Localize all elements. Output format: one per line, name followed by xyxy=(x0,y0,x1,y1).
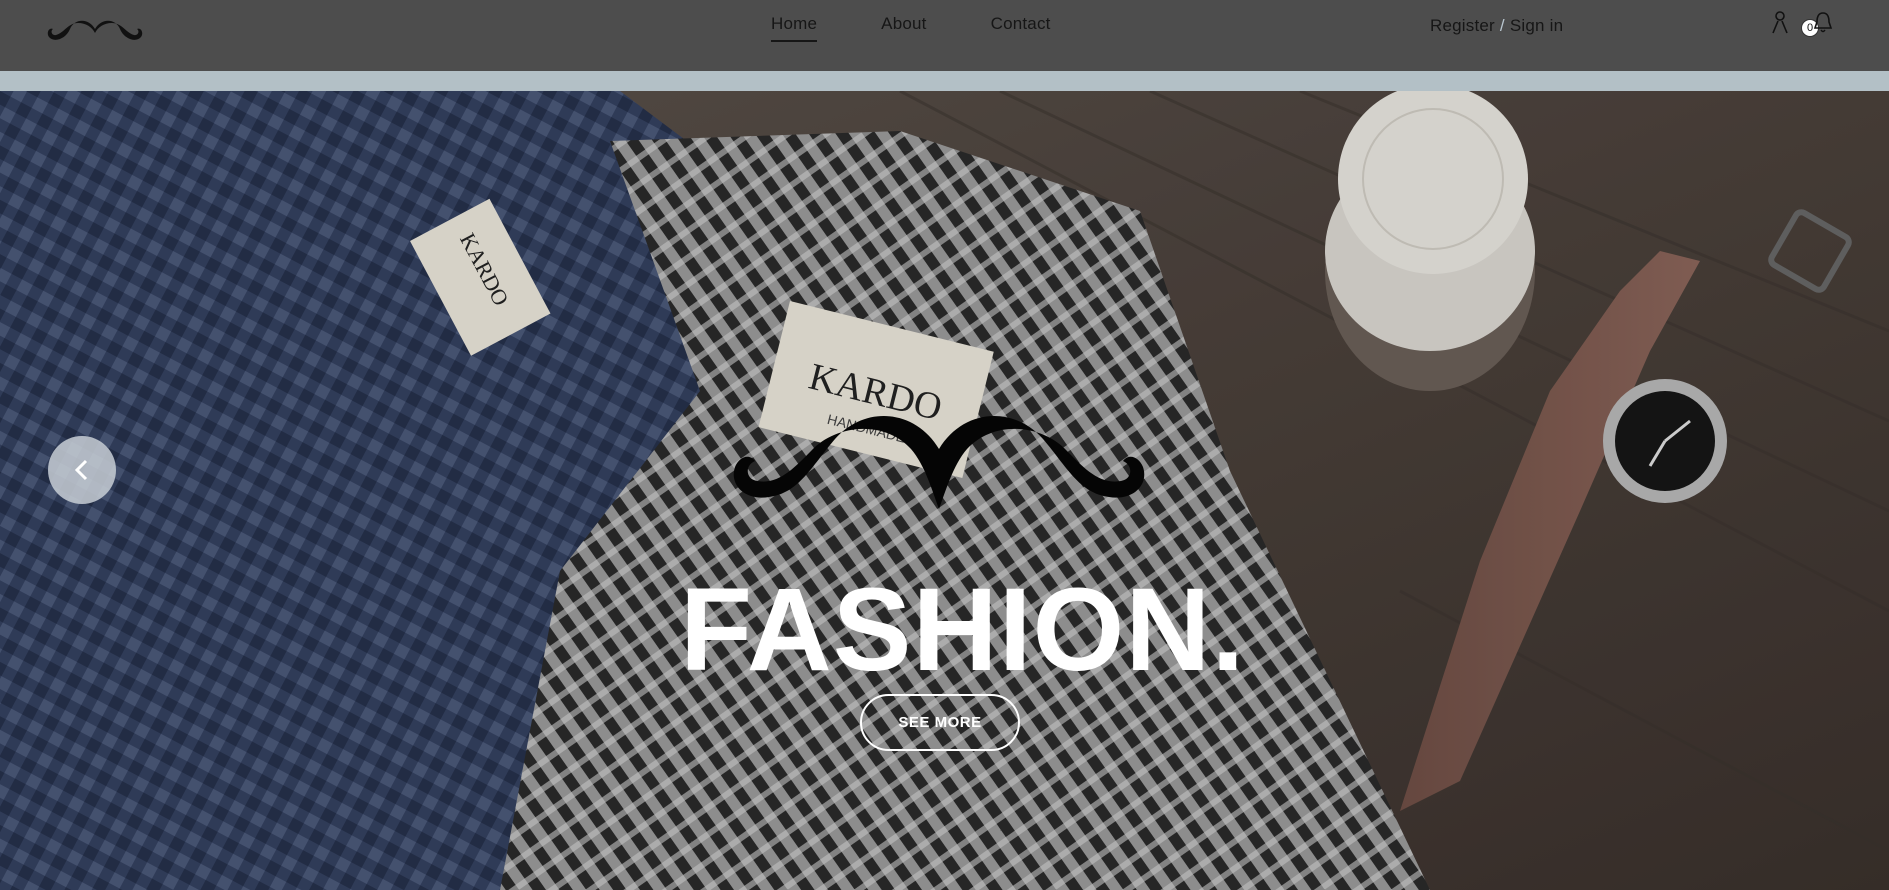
mustache-logo-icon[interactable] xyxy=(46,15,144,53)
user-icon[interactable] xyxy=(1771,10,1789,34)
hero-slider: KARDO KARDO HANDMADE FASHION. SEE MORE xyxy=(0,91,1889,890)
accent-stripe xyxy=(0,71,1889,91)
hero-title: FASHION. xyxy=(680,564,1246,696)
hero-title-wrap: FASHION. xyxy=(680,571,1244,689)
slider-prev-button[interactable] xyxy=(48,436,116,504)
auth-links: Register / Sign in xyxy=(1430,16,1563,36)
see-more-button[interactable]: SEE MORE xyxy=(860,694,1020,751)
bell-icon[interactable] xyxy=(1813,10,1833,34)
register-link[interactable]: Register xyxy=(1430,16,1495,35)
auth-separator: / xyxy=(1499,16,1505,35)
signin-link[interactable]: Sign in xyxy=(1510,16,1563,35)
nav-about[interactable]: About xyxy=(881,14,926,42)
top-navigation-bar: Home About Contact Register / Sign in 0 xyxy=(0,0,1889,71)
chevron-left-icon xyxy=(74,459,88,481)
mustache-icon xyxy=(733,416,1145,509)
nav-contact[interactable]: Contact xyxy=(991,14,1051,42)
nav-home[interactable]: Home xyxy=(771,14,818,42)
main-nav: Home About Contact xyxy=(771,14,1051,42)
